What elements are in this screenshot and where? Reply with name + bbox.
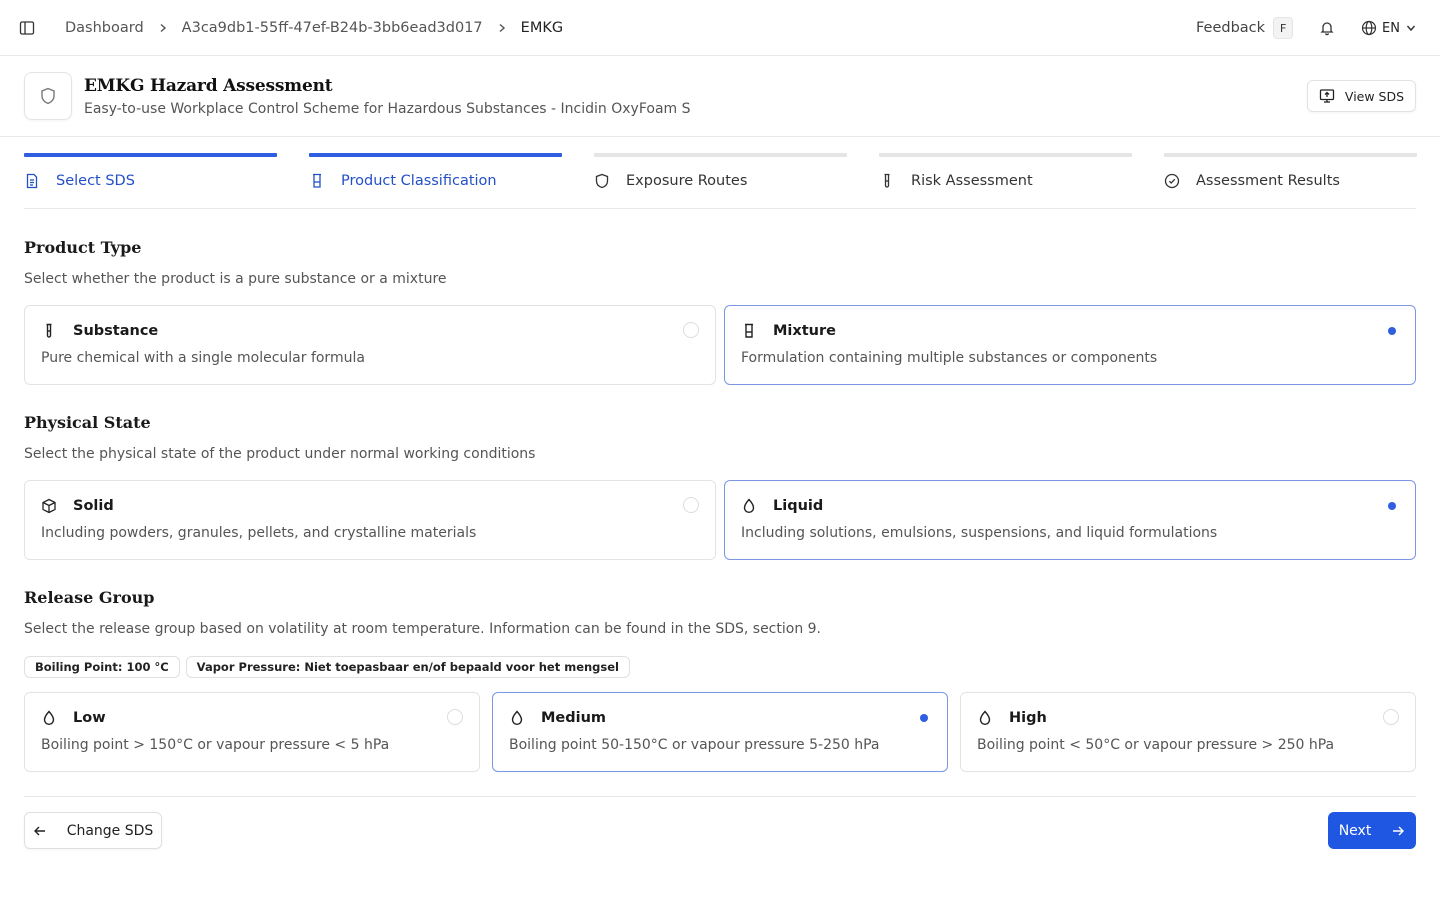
stepper: Select SDS Product Classification Exposu… xyxy=(24,153,1417,209)
radio-button[interactable] xyxy=(1383,709,1399,725)
section-description: Select the release group based on volati… xyxy=(24,621,822,637)
beaker-icon xyxy=(741,323,765,339)
step-label: Exposure Routes xyxy=(626,173,748,189)
chevron-right-icon xyxy=(158,23,168,33)
next-label: Next xyxy=(1338,822,1372,839)
chevron-down-icon xyxy=(1406,23,1416,33)
breadcrumb-dashboard[interactable]: Dashboard xyxy=(65,20,144,36)
step-progress-bar xyxy=(594,153,847,157)
option-description: Boiling point > 150°C or vapour pressure… xyxy=(41,737,390,753)
physical-state-section: Physical State Select the physical state… xyxy=(24,413,1416,462)
radio-button-selected[interactable] xyxy=(1383,322,1399,338)
view-sds-button[interactable]: View SDS xyxy=(1307,80,1416,112)
radio-button-selected[interactable] xyxy=(915,709,931,725)
test-tube-icon xyxy=(879,173,903,189)
feedback-shortcut-badge: F xyxy=(1273,17,1294,39)
option-description: Formulation containing multiple substanc… xyxy=(741,350,1158,366)
breadcrumb: Dashboard A3ca9db1-55ff-47ef-B24b-3bb6ea… xyxy=(65,20,563,36)
language-selector[interactable]: EN xyxy=(1361,20,1416,36)
radio-button[interactable] xyxy=(447,709,463,725)
step-assessment-results[interactable]: Assessment Results xyxy=(1164,153,1417,189)
option-title: Medium xyxy=(541,710,607,726)
option-title: Mixture xyxy=(773,323,836,339)
arrow-right-icon xyxy=(1381,824,1405,838)
breadcrumb-sds-id[interactable]: A3ca9db1-55ff-47ef-B24b-3bb6ead3d017 xyxy=(182,20,483,36)
option-description: Including solutions, emulsions, suspensi… xyxy=(741,525,1218,541)
step-label: Select SDS xyxy=(56,173,135,189)
section-title: Product Type xyxy=(24,238,142,257)
boiling-point-badge: Boiling Point: 100 °C xyxy=(24,656,180,678)
option-description: Boiling point < 50°C or vapour pressure … xyxy=(977,737,1335,753)
section-title: Physical State xyxy=(24,413,151,432)
beaker-icon xyxy=(309,173,333,189)
option-medium[interactable]: Medium Boiling point 50-150°C or vapour … xyxy=(492,692,948,772)
section-description: Select whether the product is a pure sub… xyxy=(24,271,447,287)
check-circle-icon xyxy=(1164,173,1188,189)
section-description: Select the physical state of the product… xyxy=(24,446,536,462)
language-label: EN xyxy=(1382,20,1400,36)
option-liquid[interactable]: Liquid Including solutions, emulsions, s… xyxy=(724,480,1416,560)
box-icon xyxy=(41,498,65,514)
file-text-icon xyxy=(24,173,48,189)
radio-button[interactable] xyxy=(683,322,699,338)
page-subtitle: Easy-to-use Workplace Control Scheme for… xyxy=(84,100,691,117)
option-title: Solid xyxy=(73,498,114,514)
option-description: Including powders, granules, pellets, an… xyxy=(41,525,477,541)
option-description: Pure chemical with a single molecular fo… xyxy=(41,350,365,366)
step-exposure-routes[interactable]: Exposure Routes xyxy=(594,153,847,189)
option-title: Liquid xyxy=(773,498,824,514)
step-product-classification[interactable]: Product Classification xyxy=(309,153,562,189)
top-bar: Dashboard A3ca9db1-55ff-47ef-B24b-3bb6ea… xyxy=(0,0,1440,56)
page-title: EMKG Hazard Assessment xyxy=(84,75,333,96)
step-progress-bar xyxy=(879,153,1132,157)
change-sds-button[interactable]: Change SDS xyxy=(24,812,162,849)
step-select-sds[interactable]: Select SDS xyxy=(24,153,277,189)
page-header: EMKG Hazard Assessment Easy-to-use Workp… xyxy=(0,56,1440,137)
radio-button-selected[interactable] xyxy=(1383,497,1399,513)
section-title: Release Group xyxy=(24,588,155,607)
option-solid[interactable]: Solid Including powders, granules, pelle… xyxy=(24,480,716,560)
option-description: Boiling point 50-150°C or vapour pressur… xyxy=(509,737,880,753)
step-progress-bar xyxy=(309,153,562,157)
option-mixture[interactable]: Mixture Formulation containing multiple … xyxy=(724,305,1416,385)
step-progress-bar xyxy=(1164,153,1417,157)
droplet-icon xyxy=(741,498,765,514)
option-low[interactable]: Low Boiling point > 150°C or vapour pres… xyxy=(24,692,480,772)
droplet-icon xyxy=(977,710,1001,726)
arrow-left-icon xyxy=(33,824,57,838)
vapor-pressure-badge: Vapor Pressure: Niet toepasbaar en/of be… xyxy=(185,656,630,678)
radio-button[interactable] xyxy=(683,497,699,513)
step-label: Assessment Results xyxy=(1196,173,1340,189)
view-sds-label: View SDS xyxy=(1344,88,1405,104)
step-risk-assessment[interactable]: Risk Assessment xyxy=(879,153,1132,189)
option-title: Low xyxy=(73,710,106,726)
droplet-icon xyxy=(509,710,533,726)
step-progress-bar xyxy=(24,153,277,157)
feedback-label: Feedback xyxy=(1195,20,1266,36)
monitor-upload-icon xyxy=(1319,88,1345,104)
option-title: Substance xyxy=(73,323,159,339)
change-sds-label: Change SDS xyxy=(66,822,154,839)
footer-divider xyxy=(24,796,1416,797)
shield-icon xyxy=(24,72,72,120)
breadcrumb-current: EMKG xyxy=(520,19,564,36)
step-label: Risk Assessment xyxy=(911,173,1033,189)
droplet-icon xyxy=(41,710,65,726)
option-substance[interactable]: Substance Pure chemical with a single mo… xyxy=(24,305,716,385)
step-label: Product Classification xyxy=(341,173,497,189)
option-title: High xyxy=(1009,710,1047,726)
globe-icon xyxy=(1361,20,1377,36)
sds-info-chips: Boiling Point: 100 °C Vapor Pressure: Ni… xyxy=(24,656,636,678)
release-group-section: Release Group Select the release group b… xyxy=(24,588,1416,637)
product-type-section: Product Type Select whether the product … xyxy=(24,238,1416,287)
next-button[interactable]: Next xyxy=(1328,812,1416,849)
test-tube-icon xyxy=(41,323,65,339)
feedback-button[interactable]: Feedback F xyxy=(1195,17,1294,39)
chevron-right-icon xyxy=(497,23,507,33)
shield-icon xyxy=(594,173,618,189)
bell-icon[interactable] xyxy=(1319,20,1335,36)
sidebar-toggle-icon[interactable] xyxy=(18,19,36,37)
option-high[interactable]: High Boiling point < 50°C or vapour pres… xyxy=(960,692,1416,772)
